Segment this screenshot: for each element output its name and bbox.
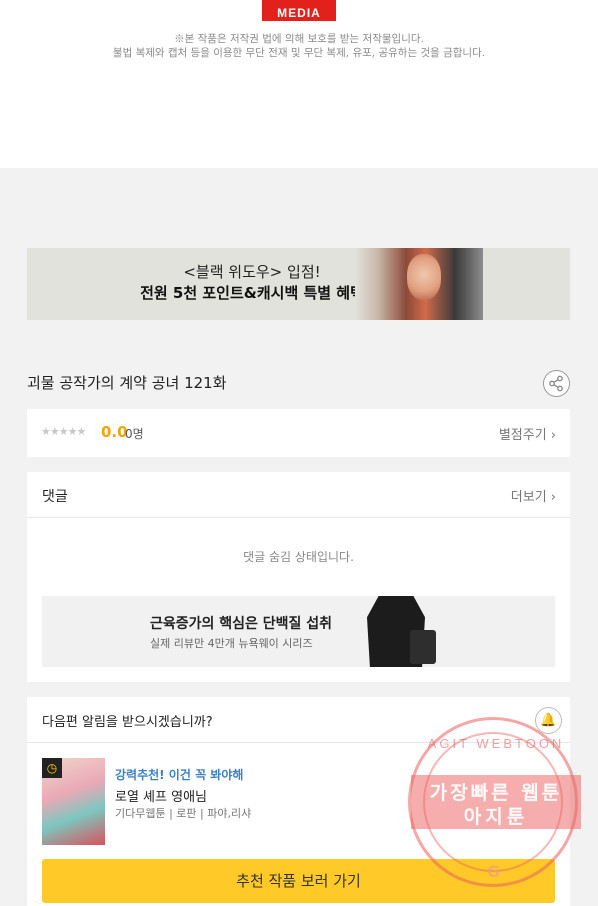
publisher-logo: MEDIA <box>262 0 336 21</box>
recommend-meta: 기다무웹툰 | 로판 | 파야,리샤 <box>115 807 252 820</box>
notify-header: 다음편 알림을 받으시겠습니까? 🔔 <box>27 697 570 743</box>
promo-banner-line-2: 전원 5천 포인트&캐시백 특별 혜택 <box>140 284 364 302</box>
recommend-button[interactable]: 추천 작품 보러 가기 <box>42 859 555 903</box>
rating-stars[interactable]: ★★★★★ <box>41 425 86 438</box>
clock-icon: ◷ <box>42 758 62 778</box>
copyright-line-1: ※본 작품은 저작권 법에 의해 보호를 받는 저작물입니다. <box>174 33 424 45</box>
copyright-section: MEDIA ※본 작품은 저작권 법에 의해 보호를 받는 저작물입니다. 불법… <box>0 0 598 168</box>
next-episode-card: 다음편 알림을 받으시겠습니까? 🔔 ◷ 강력추천! 이건 꼭 봐야해 로열 셰… <box>27 697 570 906</box>
ad-subtitle: 실제 리뷰만 4만개 뉴욕웨이 시리즈 <box>150 637 313 650</box>
share-button[interactable] <box>543 370 570 397</box>
copyright-notice: ※본 작품은 저작권 법에 의해 보호를 받는 저작물입니다. 불법 복제와 캡… <box>0 32 598 60</box>
ad-product-image <box>410 630 436 664</box>
notify-question: 다음편 알림을 받으시겠습니까? <box>42 715 213 730</box>
promo-banner-line-1: <블랙 위도우> 입점! <box>183 263 321 281</box>
comment-header: 댓글 더보기 › <box>27 472 570 518</box>
comment-card: 댓글 더보기 › 댓글 숨김 상태입니다. 근육증가의 핵심은 단백질 섭취 실… <box>27 472 570 682</box>
promo-banner-face <box>407 254 441 300</box>
episode-title: 괴물 공작가의 계약 공녀 121화 <box>27 374 227 392</box>
comment-more-link[interactable]: 더보기 › <box>511 486 556 505</box>
promo-banner-text: <블랙 위도우> 입점! 전원 5천 포인트&캐시백 특별 혜택 <box>132 262 372 304</box>
recommend-thumbnail[interactable]: ◷ <box>42 758 105 845</box>
rating-score: 0.0 <box>101 423 128 441</box>
rating-voter-count: 0명 <box>125 427 144 441</box>
copyright-line-2: 불법 복제와 캡처 등을 이용한 무단 전재 및 무단 복제, 유포, 공유하는… <box>112 47 486 59</box>
promo-banner[interactable]: <블랙 위도우> 입점! 전원 5천 포인트&캐시백 특별 혜택 <box>27 248 570 320</box>
protein-ad-banner[interactable]: 근육증가의 핵심은 단백질 섭취 실제 리뷰만 4만개 뉴욕웨이 시리즈 <box>42 596 555 667</box>
comment-title: 댓글 <box>42 489 68 505</box>
bell-icon[interactable]: 🔔 <box>535 707 562 734</box>
comment-hidden-message: 댓글 숨김 상태입니다. <box>243 550 354 564</box>
rate-button[interactable]: 별점주기 › <box>499 424 556 443</box>
share-icon <box>549 375 563 392</box>
recommend-label: 강력추천! 이건 꼭 봐야해 <box>115 768 244 782</box>
rating-card: ★★★★★ 0.0 0명 별점주기 › <box>27 409 570 457</box>
ad-title: 근육증가의 핵심은 단백질 섭취 <box>150 616 333 632</box>
recommend-title[interactable]: 로열 셰프 영애님 <box>115 786 207 805</box>
